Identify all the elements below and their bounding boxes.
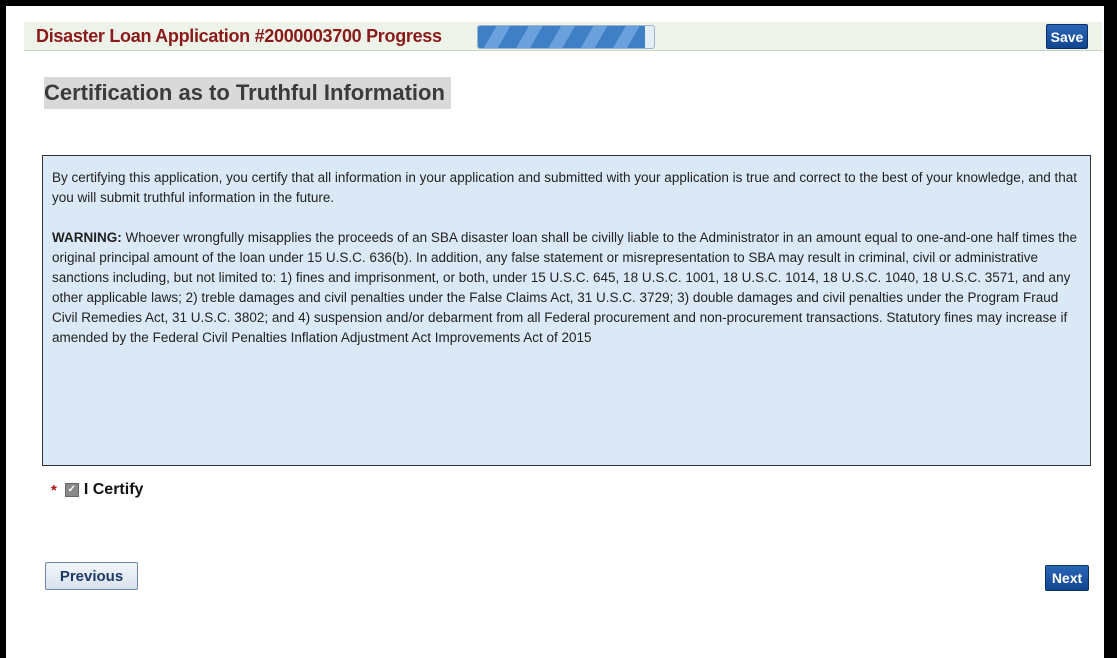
certify-field: * ✓ I Certify (51, 481, 143, 499)
page-title: Certification as to Truthful Information (44, 77, 451, 109)
application-title: Disaster Loan Application #2000003700 Pr… (36, 26, 442, 46)
certify-label[interactable]: I Certify (84, 481, 144, 499)
progress-bar-fill (478, 26, 646, 48)
certification-intro: By certifying this application, you cert… (52, 170, 1078, 205)
window-border-top (0, 0, 1117, 6)
window-border-left (0, 0, 6, 658)
warning-paragraph: WARNING: Whoever wrongfully misapplies t… (52, 228, 1081, 348)
required-marker: * (51, 481, 57, 499)
next-button[interactable]: Next (1045, 565, 1089, 591)
certify-checkbox[interactable]: ✓ (64, 483, 79, 497)
warning-label: WARNING: (52, 230, 122, 245)
previous-button[interactable]: Previous (45, 562, 138, 590)
window-border-right (1104, 0, 1117, 658)
warning-text: Whoever wrongfully misapplies the procee… (52, 230, 1078, 345)
progress-bar (477, 25, 655, 49)
certification-text-box: By certifying this application, you cert… (42, 155, 1091, 466)
application-header: Disaster Loan Application #2000003700 Pr… (24, 22, 1102, 51)
save-button[interactable]: Save (1046, 24, 1088, 49)
